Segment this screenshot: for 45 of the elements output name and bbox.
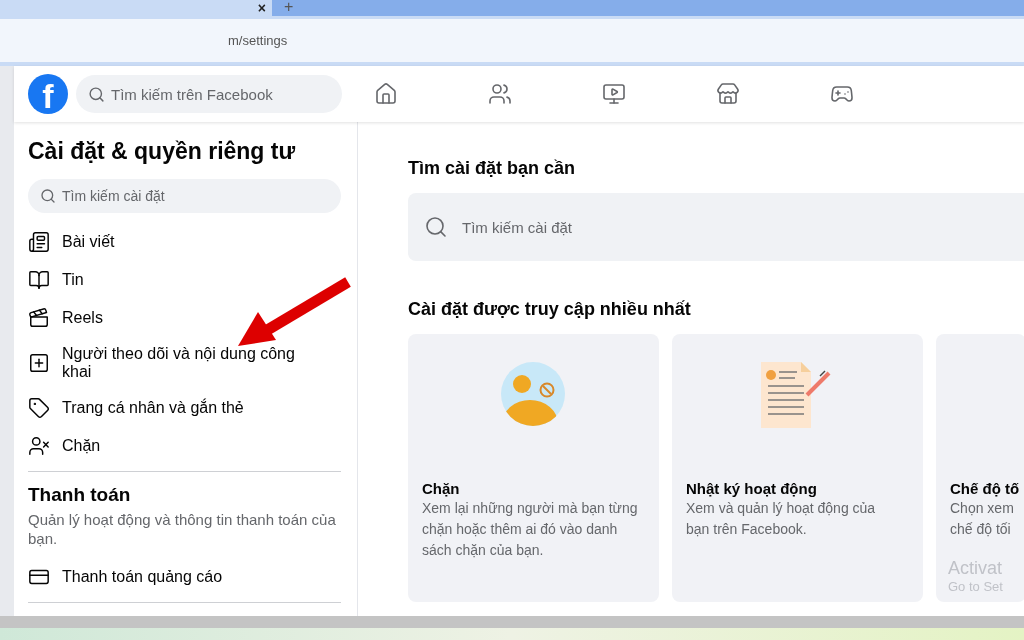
card-title: Chế độ tố (950, 480, 1021, 497)
settings-item[interactable]: Tin (28, 261, 341, 299)
user-block-icon (28, 435, 50, 457)
newspaper-icon (28, 231, 50, 253)
card-description: bạn trên Facebook. (686, 520, 808, 539)
settings-card[interactable]: Chặn Xem lại những người mà bạn từng chặn hoặc thêm ai đó vào danh sách chặn của bạn. (408, 334, 659, 602)
settings-search-field[interactable]: Tìm kiếm cài đặt (28, 179, 341, 213)
scrollbar[interactable] (0, 616, 1024, 628)
section-description: Quản lý hoạt động và thông tin thanh toán của bạn. (28, 510, 337, 548)
clapper-icon (28, 307, 50, 329)
section-heading: Tìm cài đặt bạn cần (408, 158, 577, 179)
settings-card[interactable]: Nhật ký hoạt động Xem và quản lý hoạt động của bạn trên Facebook. (672, 334, 923, 602)
card-title: Chặn (422, 480, 461, 497)
card-title: Nhật ký hoạt động (686, 480, 818, 497)
section-heading: Cài đặt được truy cập nhiều nhất (408, 299, 692, 320)
address-text[interactable]: m/settings (228, 33, 288, 48)
facebook-logo[interactable]: f (28, 74, 68, 114)
settings-item[interactable]: Trang cá nhân và gắn thẻ (28, 389, 341, 427)
page-title: Cài đặt & quyền riêng tư (28, 138, 297, 165)
search-field[interactable]: Tìm kiếm trên Facebook (76, 75, 342, 113)
settings-item[interactable]: Reels (28, 299, 341, 337)
people-icon[interactable] (488, 82, 512, 106)
settings-item[interactable]: Bài viết (28, 223, 341, 261)
card-description: chặn hoặc thêm ai đó vào danh (422, 520, 619, 539)
settings-item[interactable]: Chặn (28, 427, 341, 465)
blocked-user-illustration (500, 362, 565, 426)
card-description: Xem và quản lý hoạt động của (686, 499, 877, 518)
search-icon (424, 215, 448, 239)
close-tab-button[interactable]: × (257, 1, 266, 15)
home-icon[interactable] (374, 82, 398, 106)
search-icon (40, 188, 56, 204)
search-icon (88, 85, 105, 103)
card-description: Chọn xem (950, 499, 1015, 518)
book-icon (28, 269, 50, 291)
settings-item[interactable]: Người theo dõi và nội dung công khai (28, 337, 341, 389)
card-description: chế độ tối (950, 520, 1012, 539)
store-icon[interactable] (716, 82, 740, 106)
card-description: sách chặn của bạn. (422, 541, 545, 560)
settings-item[interactable]: Thanh toán quảng cáo (28, 558, 341, 596)
video-screen-icon[interactable] (602, 82, 626, 106)
card-description: Xem lại những người mà bạn từng (422, 499, 639, 518)
section-title: Thanh toán (28, 484, 132, 506)
plus-square-icon (28, 352, 50, 374)
tag-icon (28, 397, 50, 419)
settings-search-field[interactable]: Tìm kiếm cài đặt (408, 193, 1024, 261)
